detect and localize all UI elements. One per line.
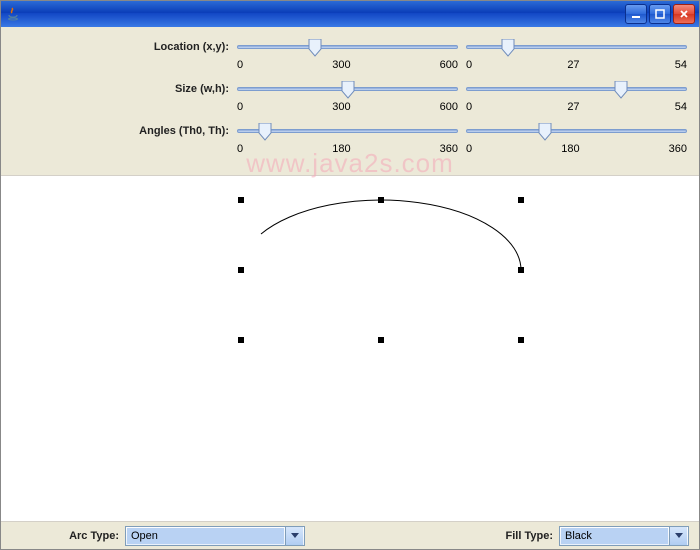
size-w-ticks: 0300600 xyxy=(237,101,458,113)
chevron-down-icon xyxy=(285,527,303,545)
location-y-ticks: 02754 xyxy=(466,59,687,71)
minimize-button[interactable] xyxy=(625,4,647,24)
angles-label: Angles (Th0, Th): xyxy=(13,125,237,137)
size-h-slider[interactable] xyxy=(466,87,687,91)
close-button[interactable] xyxy=(673,4,695,24)
location-x-ticks: 0300600 xyxy=(237,59,458,71)
fill-type-combo[interactable]: Black xyxy=(559,526,689,546)
fill-type-label: Fill Type: xyxy=(506,530,553,542)
location-x-slider[interactable] xyxy=(237,45,458,49)
angle-extent-slider[interactable] xyxy=(466,129,687,133)
drawing-canvas: www.java2s.com xyxy=(1,175,699,521)
angle-start-slider[interactable] xyxy=(237,129,458,133)
location-y-slider[interactable] xyxy=(466,45,687,49)
chevron-down-icon xyxy=(669,527,687,545)
arc-render xyxy=(1,176,700,436)
fill-type-value: Black xyxy=(561,528,668,544)
client-area: Location (x,y): 0300600 02754 Size (w,h)… xyxy=(1,27,699,549)
window-titlebar xyxy=(1,1,699,27)
maximize-button[interactable] xyxy=(649,4,671,24)
window-buttons xyxy=(625,4,695,24)
angle-start-ticks: 0180360 xyxy=(237,143,458,155)
arc-type-label: Arc Type: xyxy=(11,530,119,542)
size-h-ticks: 02754 xyxy=(466,101,687,113)
arc-type-combo[interactable]: Open xyxy=(125,526,305,546)
size-w-slider[interactable] xyxy=(237,87,458,91)
slider-panel: Location (x,y): 0300600 02754 Size (w,h)… xyxy=(1,27,699,165)
java-app-icon xyxy=(5,6,21,22)
bottom-bar: Arc Type: Open Fill Type: Black xyxy=(1,521,699,549)
location-label: Location (x,y): xyxy=(13,41,237,53)
size-label: Size (w,h): xyxy=(13,83,237,95)
angle-extent-ticks: 0180360 xyxy=(466,143,687,155)
arc-type-value: Open xyxy=(127,528,284,544)
